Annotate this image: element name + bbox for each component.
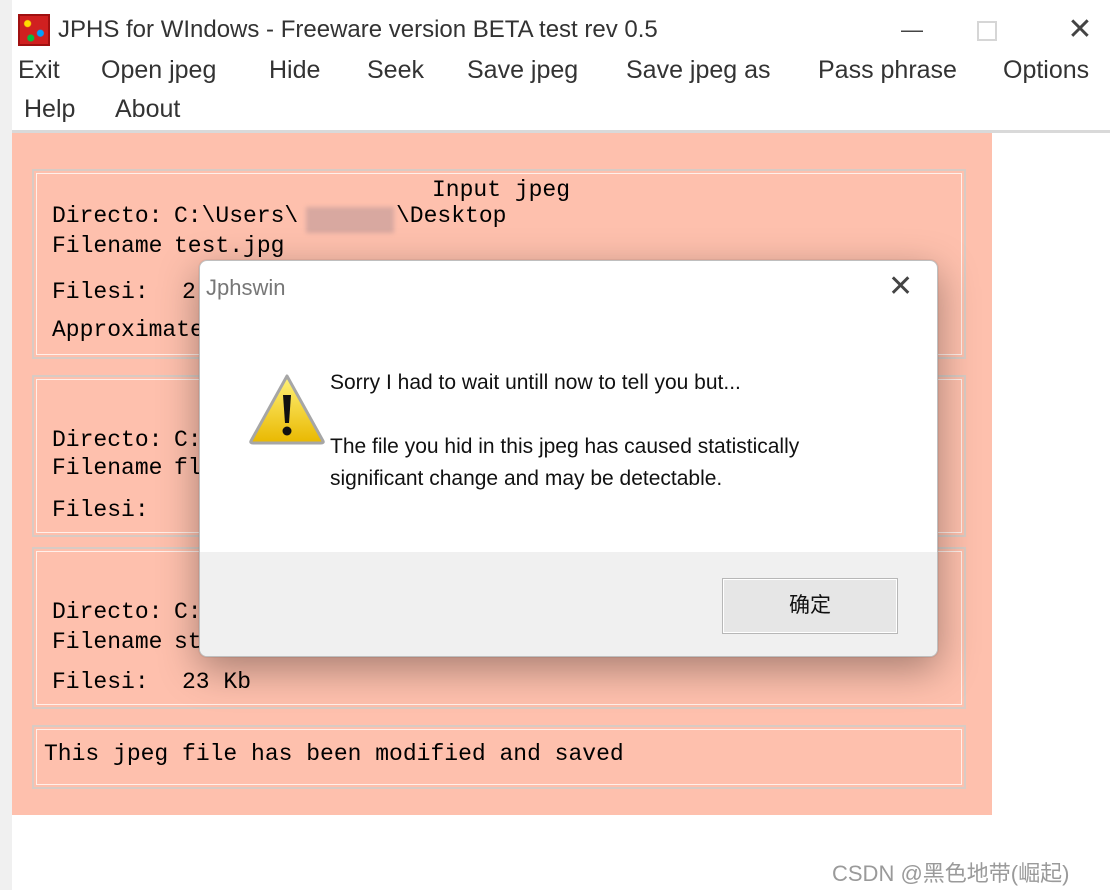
menu-help[interactable]: Help [24, 95, 75, 124]
hidden-directory-label: Directo: [52, 427, 163, 453]
menu-exit[interactable]: Exit [18, 56, 60, 85]
input-filesize-value: 2 [182, 279, 196, 305]
ok-button[interactable]: 确定 [722, 578, 898, 634]
maximize-button[interactable] [957, 12, 1017, 48]
menu-save-jpeg-as[interactable]: Save jpeg as [626, 56, 771, 85]
status-text: This jpeg file has been modified and sav… [44, 741, 624, 767]
saved-filesize-label: Filesi: [52, 669, 149, 695]
status-panel: This jpeg file has been modified and sav… [32, 725, 966, 789]
menu-hide[interactable]: Hide [269, 56, 320, 85]
redacted-username [306, 207, 394, 233]
menu-bar: Exit Open jpeg Hide Seek Save jpeg Save … [12, 50, 1110, 133]
menu-seek[interactable]: Seek [367, 56, 424, 85]
hidden-filesize-label: Filesi: [52, 497, 149, 523]
hidden-directory-value: C: [174, 427, 202, 453]
warning-dialog: Jphswin ✕ Sorry I had to wait untill now… [199, 260, 938, 657]
left-edge [0, 0, 12, 890]
input-panel-header: Input jpeg [432, 177, 571, 203]
input-filesize-label: Filesi: [52, 279, 149, 305]
dialog-message-line2: The file you hid in this jpeg has caused… [330, 435, 800, 458]
input-directory-suffix: \Desktop [396, 203, 507, 229]
input-approx-label: Approximate [52, 317, 204, 343]
dialog-title: Jphswin [206, 275, 286, 300]
saved-filesize-value: 23 Kb [182, 669, 252, 695]
window-title: JPHS for WIndows - Freeware version BETA… [58, 16, 658, 43]
maximize-icon [977, 21, 997, 42]
menu-open-jpeg[interactable]: Open jpeg [101, 56, 216, 85]
saved-filename-label: Filename [52, 629, 163, 655]
title-bar[interactable]: JPHS for WIndows - Freeware version BETA… [12, 12, 1110, 48]
dialog-message-line3: significant change and may be detectable… [330, 467, 723, 490]
input-directory-prefix: C:\Users\ [174, 203, 299, 229]
hidden-filename-value: fl [174, 455, 202, 481]
watermark: CSDN @黑色地带(崛起) [832, 861, 1070, 886]
input-directory-label: Directo: [52, 203, 163, 229]
saved-directory-value: C: [174, 599, 202, 625]
menu-pass-phrase[interactable]: Pass phrase [818, 56, 957, 85]
dialog-message-line1: Sorry I had to wait untill now to tell y… [330, 371, 741, 394]
menu-save-jpeg[interactable]: Save jpeg [467, 56, 578, 85]
input-filename-label: Filename [52, 233, 163, 259]
menu-options[interactable]: Options [1003, 56, 1089, 85]
hidden-filename-label: Filename [52, 455, 163, 481]
warning-icon [249, 374, 325, 445]
dialog-footer: 确定 [200, 552, 937, 656]
menu-about[interactable]: About [115, 95, 180, 124]
close-button[interactable]: ✕ [1050, 12, 1110, 48]
input-filename-value: test.jpg [174, 233, 285, 259]
saved-filename-value: st [174, 629, 202, 655]
minimize-button[interactable]: — [882, 12, 942, 48]
saved-directory-label: Directo: [52, 599, 163, 625]
app-icon [18, 14, 50, 46]
dialog-close-button[interactable]: ✕ [888, 269, 913, 305]
